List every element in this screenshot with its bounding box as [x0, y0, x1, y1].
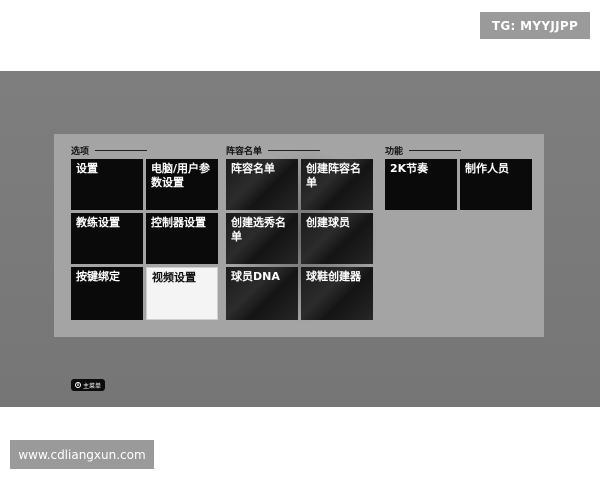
options-divider: [95, 150, 148, 151]
telegram-badge: TG: MYYJJPP: [480, 12, 590, 39]
main-menu-button-label: 主菜单: [83, 382, 102, 390]
tile-create-player[interactable]: 创建球员: [301, 213, 373, 264]
tile-key-bindings-label: 按键绑定: [76, 270, 120, 283]
tile-shoe-creator-label: 球鞋创建器: [306, 270, 361, 283]
tile-controller-settings-label: 控制器设置: [151, 216, 206, 229]
page: TG: MYYJJPP 选项 设置 电脑/用户参数设置 教练设置 控制器设置 按…: [0, 0, 600, 480]
tile-player-dna-label: 球员DNA: [231, 270, 280, 283]
tile-2k-beats[interactable]: 2K节奏: [385, 159, 457, 210]
tile-credits[interactable]: 制作人员: [460, 159, 532, 210]
tile-credits-label: 制作人员: [465, 162, 509, 175]
tile-settings[interactable]: 设置: [71, 159, 143, 210]
tile-shoe-creator[interactable]: 球鞋创建器: [301, 267, 373, 320]
tile-create-roster[interactable]: 创建阵容名单: [301, 159, 373, 210]
tile-controller-settings[interactable]: 控制器设置: [146, 213, 218, 264]
main-menu-button[interactable]: B 主菜单: [71, 379, 106, 391]
tile-coach-settings[interactable]: 教练设置: [71, 213, 143, 264]
tile-key-bindings[interactable]: 按键绑定: [71, 267, 143, 320]
roster-section-title: 阵容名单: [226, 147, 263, 157]
tile-create-draft-class[interactable]: 创建选秀名单: [226, 213, 298, 264]
tile-pc-user-settings-label: 电脑/用户参数设置: [151, 162, 211, 189]
options-section-title: 选项: [71, 147, 90, 157]
tile-roster[interactable]: 阵容名单: [226, 159, 298, 210]
features-section-header: 功能: [385, 144, 462, 157]
roster-divider: [268, 150, 321, 151]
tile-pc-user-settings[interactable]: 电脑/用户参数设置: [146, 159, 218, 210]
tile-2k-beats-label: 2K节奏: [390, 162, 429, 175]
options-section-header: 选项: [71, 144, 148, 157]
tile-video-settings[interactable]: 视频设置: [146, 267, 218, 320]
tile-video-settings-label: 视频设置: [152, 271, 196, 284]
features-divider: [409, 150, 462, 151]
tile-settings-label: 设置: [76, 162, 98, 175]
tile-coach-settings-label: 教练设置: [76, 216, 120, 229]
menu-panel: 选项 设置 电脑/用户参数设置 教练设置 控制器设置 按键绑定 视频设置 阵容名…: [54, 134, 544, 337]
tile-player-dna[interactable]: 球员DNA: [226, 267, 298, 320]
features-section-title: 功能: [385, 147, 404, 157]
website-watermark: www.cdliangxun.com: [10, 440, 154, 469]
game-menu-screen: 选项 设置 电脑/用户参数设置 教练设置 控制器设置 按键绑定 视频设置 阵容名…: [0, 71, 600, 407]
tile-roster-label: 阵容名单: [231, 162, 275, 175]
circle-b-icon: B: [75, 382, 81, 388]
tile-create-draft-class-label: 创建选秀名单: [231, 216, 286, 243]
tile-create-roster-label: 创建阵容名单: [306, 162, 361, 189]
roster-section-header: 阵容名单: [226, 144, 321, 157]
tile-create-player-label: 创建球员: [306, 216, 350, 229]
